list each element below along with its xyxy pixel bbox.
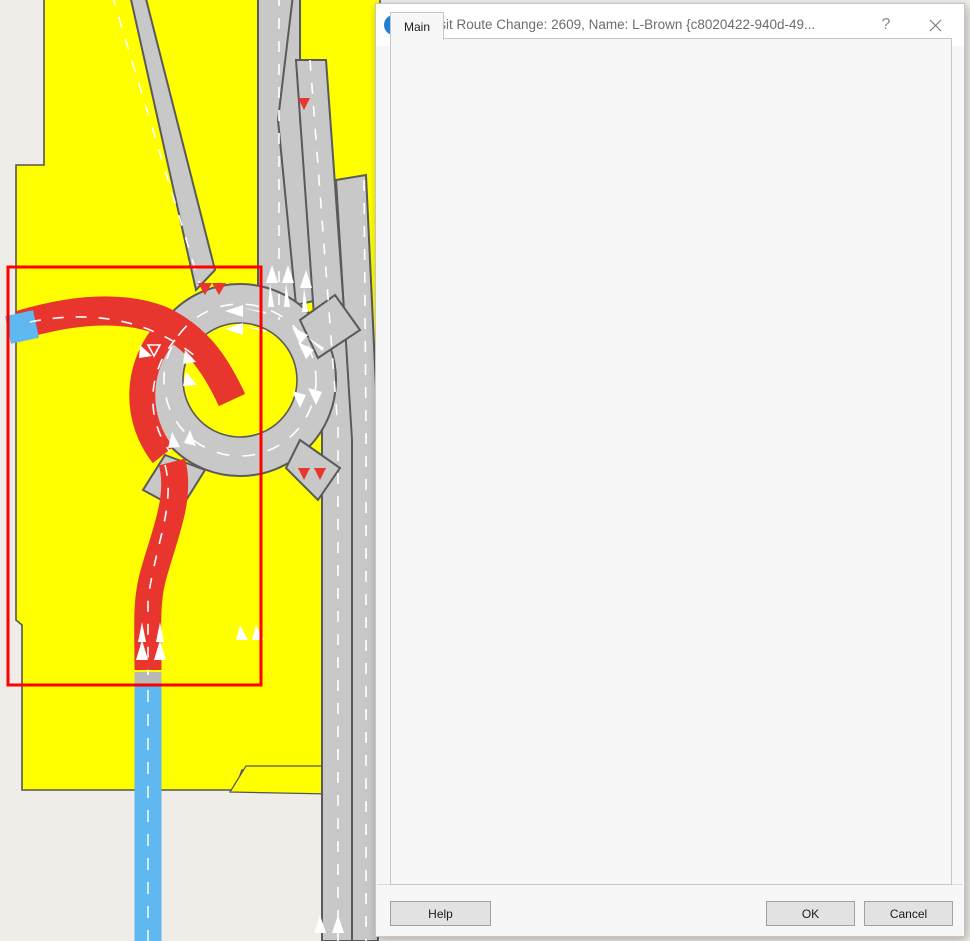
dialog-footer: Help OK Cancel xyxy=(377,884,963,936)
transit-route-change-dialog: .n Transit Route Change: 2609, Name: L-B… xyxy=(375,3,965,937)
tab-main[interactable]: Main xyxy=(390,12,444,40)
tab-page-main xyxy=(390,38,952,885)
dialog-title: Transit Route Change: 2609, Name: L-Brow… xyxy=(412,17,815,32)
cancel-button[interactable]: Cancel xyxy=(864,901,953,926)
ok-button[interactable]: OK xyxy=(766,901,855,926)
help-button[interactable]: Help xyxy=(390,901,491,926)
